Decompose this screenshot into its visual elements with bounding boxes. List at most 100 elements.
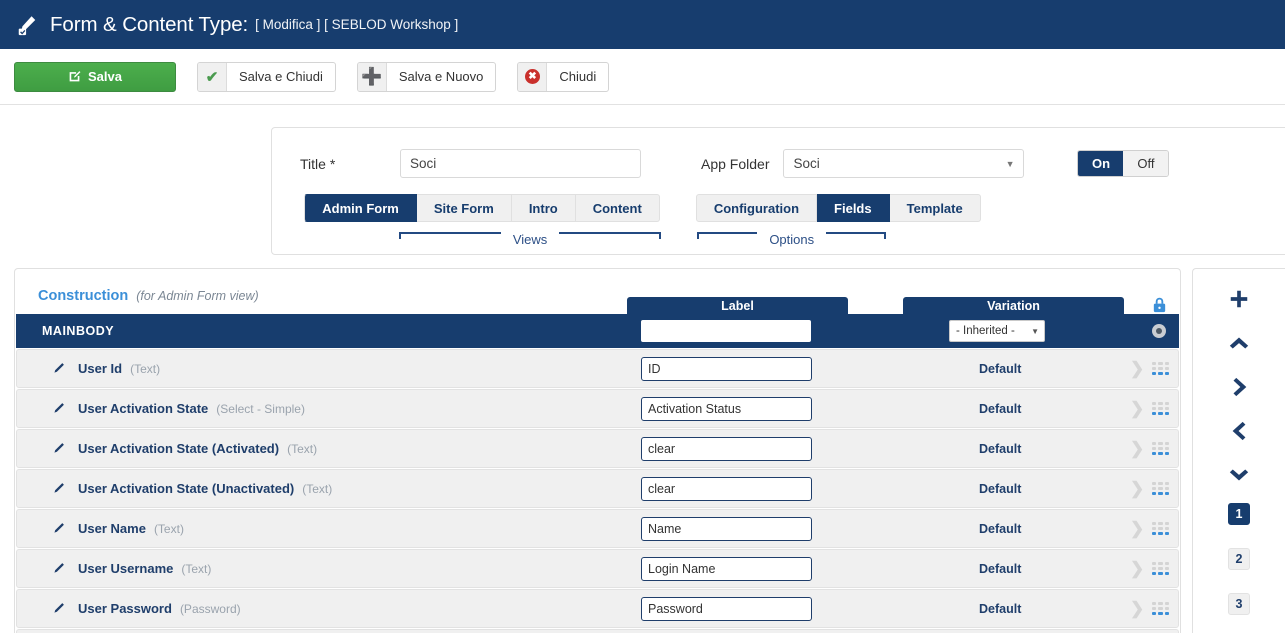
edit-pencil-icon[interactable]	[51, 522, 65, 536]
chevron-right-icon[interactable]: ❯	[1130, 520, 1144, 537]
move-up-button[interactable]	[1223, 327, 1255, 359]
table-row[interactable]	[16, 629, 1179, 633]
app-folder-label: App Folder	[701, 155, 770, 172]
tab-site-form[interactable]: Site Form	[416, 194, 512, 222]
lock-icon[interactable]	[1151, 296, 1168, 314]
save-button-label: Salva	[88, 69, 122, 84]
field-default-label: Default	[979, 601, 1022, 616]
toggle-off-option[interactable]: Off	[1123, 151, 1169, 176]
field-name: User Name	[78, 521, 146, 536]
tab-template[interactable]: Template	[889, 194, 981, 222]
title-field-label: Title *	[300, 155, 336, 172]
drag-handle-icon[interactable]	[1152, 481, 1169, 496]
field-label-input[interactable]	[641, 556, 812, 581]
app-header: Form & Content Type: [ Modifica ] [ SEBL…	[0, 0, 1285, 49]
edit-pencil-icon[interactable]	[51, 362, 65, 376]
options-connector: Options	[697, 228, 887, 250]
drag-handle-icon[interactable]	[1152, 561, 1169, 576]
edit-pencil-icon[interactable]	[51, 482, 65, 496]
field-default-label: Default	[979, 441, 1022, 456]
drag-handle-icon[interactable]	[1152, 521, 1169, 536]
field-label-input[interactable]	[641, 516, 812, 541]
page-button-3[interactable]: 3	[1228, 593, 1250, 615]
move-right-button[interactable]	[1223, 371, 1255, 403]
app-folder-select[interactable]: Soci ▼	[783, 149, 1025, 178]
add-field-button[interactable]	[1223, 283, 1255, 315]
chevron-right-icon[interactable]: ❯	[1130, 480, 1144, 497]
views-label: Views	[512, 231, 548, 247]
table-row[interactable]: User Username (Text) Default ❯	[16, 549, 1179, 588]
close-button[interactable]: ✖ Chiudi	[517, 61, 610, 92]
mainbody-label-input[interactable]	[641, 320, 811, 342]
chevron-right-icon[interactable]: ❯	[1130, 360, 1144, 377]
drag-handle-icon[interactable]	[1152, 401, 1169, 416]
field-name: User Password	[78, 601, 172, 616]
edit-pencil-icon[interactable]	[51, 562, 65, 576]
drag-handle-icon[interactable]	[1152, 441, 1169, 456]
form-settings-row: Title * App Folder Soci ▼ On Off	[272, 128, 1285, 184]
edit-pencil-icon[interactable]	[51, 602, 65, 616]
title-input[interactable]	[400, 149, 641, 178]
field-name: User Username	[78, 561, 174, 576]
mainbody-row: MAINBODY - Inherited - ▼	[16, 314, 1179, 348]
table-row[interactable]: User Activation State (Select - Simple) …	[16, 389, 1179, 428]
page-button-1[interactable]: 1	[1228, 503, 1250, 525]
table-row[interactable]: User Activation State (Unactivated) (Tex…	[16, 469, 1179, 508]
construction-title: Construction	[38, 288, 129, 304]
field-default-label: Default	[979, 561, 1022, 576]
drag-handle-icon[interactable]	[1152, 361, 1169, 376]
table-row[interactable]: User Name (Text) Default ❯	[16, 509, 1179, 548]
close-button-label: Chiudi	[559, 69, 597, 84]
mainbody-label: MAINBODY	[42, 324, 115, 338]
plus-icon: ➕	[357, 62, 387, 91]
field-default-label: Default	[979, 521, 1022, 536]
table-row[interactable]: User Activation State (Activated) (Text)…	[16, 429, 1179, 468]
chevron-right-icon[interactable]: ❯	[1130, 600, 1144, 617]
drag-handle-icon[interactable]	[1152, 601, 1169, 616]
move-down-button[interactable]	[1223, 459, 1255, 491]
main-area: Construction (for Admin Form view) Label…	[0, 268, 1285, 633]
save-and-new-button[interactable]: ➕ Salva e Nuovo	[356, 61, 497, 92]
field-type: (Select - Simple)	[216, 401, 305, 416]
construction-panel: Construction (for Admin Form view) Label…	[14, 268, 1181, 633]
mainbody-radio-toggle[interactable]	[1152, 324, 1166, 338]
field-label-input[interactable]	[641, 356, 812, 381]
chevron-right-icon[interactable]: ❯	[1130, 400, 1144, 417]
field-default-label: Default	[979, 401, 1022, 416]
chevron-right-icon[interactable]: ❯	[1130, 560, 1144, 577]
edit-pencil-icon[interactable]	[51, 442, 65, 456]
field-default-label: Default	[979, 361, 1022, 376]
field-label-input[interactable]	[641, 596, 812, 621]
field-label-input[interactable]	[641, 396, 812, 421]
tab-content[interactable]: Content	[575, 194, 660, 222]
page-button-2[interactable]: 2	[1228, 548, 1250, 570]
edit-pencil-icon[interactable]	[51, 402, 65, 416]
table-row[interactable]: User Id (Text) Default ❯	[16, 349, 1179, 388]
publish-toggle[interactable]: On Off	[1077, 150, 1170, 177]
page-subtitle: [ Modifica ] [ SEBLOD Workshop ]	[255, 17, 459, 32]
mainbody-variation-select[interactable]: - Inherited - ▼	[949, 320, 1045, 342]
tab-intro[interactable]: Intro	[511, 194, 576, 222]
field-label-input[interactable]	[641, 436, 812, 461]
field-type: (Text)	[302, 481, 333, 496]
chevron-right-icon[interactable]: ❯	[1130, 440, 1144, 457]
field-type: (Text)	[181, 561, 212, 576]
tab-fields[interactable]: Fields	[817, 194, 890, 222]
save-button[interactable]: Salva	[14, 61, 176, 92]
toggle-on-option[interactable]: On	[1078, 151, 1124, 176]
tab-admin-form[interactable]: Admin Form	[304, 194, 417, 222]
tab-configuration[interactable]: Configuration	[695, 194, 818, 222]
pencil-edit-icon	[14, 12, 40, 38]
field-name: User Activation State (Activated)	[78, 441, 280, 456]
field-type: (Text)	[130, 361, 161, 376]
chevron-down-icon: ▼	[1031, 326, 1039, 336]
field-label-input[interactable]	[641, 476, 812, 501]
save-and-new-label: Salva e Nuovo	[398, 69, 484, 84]
chevron-down-icon: ▼	[1005, 158, 1015, 169]
table-row[interactable]: User Password (Password) Default ❯	[16, 589, 1179, 628]
move-left-button[interactable]	[1223, 415, 1255, 447]
save-and-close-button[interactable]: ✔ Salva e Chiudi	[197, 61, 336, 92]
column-header-label: Label	[627, 297, 848, 314]
toolbar: Salva ✔ Salva e Chiudi ➕ Salva e Nuovo ✖…	[0, 49, 1285, 105]
check-icon: ✔	[198, 62, 227, 91]
